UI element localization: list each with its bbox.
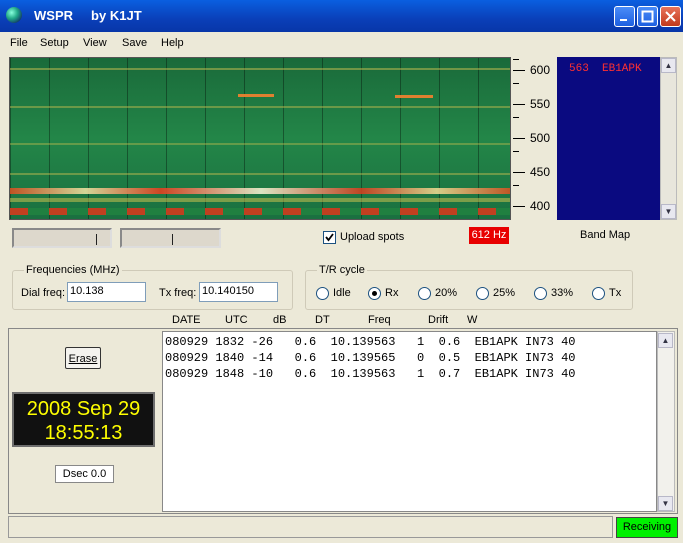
scale-label: 500 xyxy=(530,131,551,145)
tx-audio-frequency: 612 Hz xyxy=(469,227,509,244)
band-map-scrollbar[interactable]: ▲ ▼ xyxy=(660,57,677,220)
band-map: 563 EB1APK xyxy=(557,57,660,220)
radio-33[interactable] xyxy=(534,287,547,300)
col-dt: DT xyxy=(315,314,330,326)
waterfall-display[interactable] xyxy=(9,57,511,220)
tick xyxy=(513,70,525,71)
timestamp-strip xyxy=(10,208,510,215)
tick xyxy=(513,138,525,139)
col-freq: Freq xyxy=(368,314,391,326)
tx-level-bar xyxy=(120,228,221,248)
menu-file[interactable]: File xyxy=(10,37,28,49)
radio-20[interactable] xyxy=(418,287,431,300)
col-drift: Drift xyxy=(428,314,449,326)
menu-help[interactable]: Help xyxy=(161,37,184,49)
dial-freq-input[interactable]: 10.138 xyxy=(67,282,146,302)
window-title: WSPR by K1JT xyxy=(34,8,142,23)
waterfall-trace xyxy=(10,143,510,145)
check-icon xyxy=(325,233,334,242)
maximize-button[interactable] xyxy=(637,6,658,27)
radio-selected-dot xyxy=(372,291,377,296)
decode-line: 080929 1840 -14 0.6 10.139565 0 0.5 EB1A… xyxy=(165,351,576,365)
dial-freq-label: Dial freq: xyxy=(21,287,66,299)
signal-trace xyxy=(395,95,433,98)
frequencies-group-label: Frequencies (MHz) xyxy=(24,264,122,276)
close-icon xyxy=(665,11,676,22)
tr-cycle-group xyxy=(305,270,633,310)
band-map-entry: 563 EB1APK xyxy=(569,63,642,75)
tr-cycle-group-label: T/R cycle xyxy=(317,264,367,276)
radio-idle-label[interactable]: Idle xyxy=(333,287,351,299)
radio-25-label[interactable]: 25% xyxy=(493,287,515,299)
tick xyxy=(513,206,525,207)
minimize-button[interactable] xyxy=(614,6,635,27)
tick xyxy=(513,59,519,60)
frequency-scale: 600 550 500 450 400 xyxy=(511,57,557,220)
radio-25[interactable] xyxy=(476,287,489,300)
scroll-up-icon[interactable]: ▲ xyxy=(658,333,673,348)
scroll-down-icon[interactable]: ▼ xyxy=(661,204,676,219)
noise-band xyxy=(10,198,510,202)
tick xyxy=(513,104,525,105)
clock-display: 2008 Sep 29 18:55:13 xyxy=(12,392,155,447)
band-map-label: Band Map xyxy=(580,229,631,241)
menu-bar: File Setup View Save Help xyxy=(0,32,683,54)
radio-rx[interactable] xyxy=(368,287,381,300)
signal-trace xyxy=(238,94,274,97)
level-marker xyxy=(172,234,173,245)
title-bar[interactable]: WSPR by K1JT xyxy=(0,0,683,32)
menu-save[interactable]: Save xyxy=(122,37,147,49)
scale-label: 450 xyxy=(530,165,551,179)
clock-time: 18:55:13 xyxy=(44,422,123,444)
radio-tx-label[interactable]: Tx xyxy=(609,287,621,299)
upload-spots-label[interactable]: Upload spots xyxy=(340,231,404,243)
col-db: dB xyxy=(273,314,287,326)
scroll-up-icon[interactable]: ▲ xyxy=(661,58,676,73)
decode-line: 080929 1832 -26 0.6 10.139563 1 0.6 EB1A… xyxy=(165,335,576,349)
decode-line: 080929 1848 -10 0.6 10.139563 1 0.7 EB1A… xyxy=(165,367,576,381)
scroll-down-icon[interactable]: ▼ xyxy=(658,496,673,511)
tick xyxy=(513,185,519,186)
erase-button[interactable]: Erase xyxy=(65,347,101,369)
waterfall-trace xyxy=(10,68,510,70)
scale-label: 600 xyxy=(530,63,551,77)
scale-label: 400 xyxy=(530,199,551,213)
upload-spots-checkbox[interactable] xyxy=(323,231,336,244)
receiving-status: Receiving xyxy=(616,517,678,538)
radio-33-label[interactable]: 33% xyxy=(551,287,573,299)
menu-setup[interactable]: Setup xyxy=(40,37,69,49)
radio-tx[interactable] xyxy=(592,287,605,300)
erase-button-label: Erase xyxy=(68,353,98,365)
waterfall-trace xyxy=(10,106,510,108)
col-date: DATE xyxy=(172,314,201,326)
level-marker xyxy=(96,234,97,245)
scale-label: 550 xyxy=(530,97,551,111)
radio-rx-label[interactable]: Rx xyxy=(385,287,398,299)
rx-level-bar xyxy=(12,228,112,248)
decode-scrollbar[interactable]: ▲ ▼ xyxy=(657,331,675,512)
noise-band xyxy=(10,188,510,194)
tx-freq-label: Tx freq: xyxy=(159,287,197,299)
tick xyxy=(513,151,519,152)
waterfall-trace xyxy=(10,173,510,175)
radio-idle[interactable] xyxy=(316,287,329,300)
tick xyxy=(513,117,519,118)
close-button[interactable] xyxy=(660,6,681,27)
radio-20-label[interactable]: 20% xyxy=(435,287,457,299)
status-bar xyxy=(8,516,613,538)
tick xyxy=(513,83,519,84)
tick xyxy=(513,172,525,173)
app-globe-icon xyxy=(6,7,22,23)
maximize-icon xyxy=(641,10,654,23)
menu-view[interactable]: View xyxy=(83,37,107,49)
tx-freq-input[interactable]: 10.140150 xyxy=(199,282,278,302)
col-utc: UTC xyxy=(225,314,248,326)
dsec-button[interactable]: Dsec 0.0 xyxy=(55,465,114,483)
col-w: W xyxy=(467,314,478,326)
minimize-icon xyxy=(620,19,627,21)
clock-date: 2008 Sep 29 xyxy=(26,398,141,420)
